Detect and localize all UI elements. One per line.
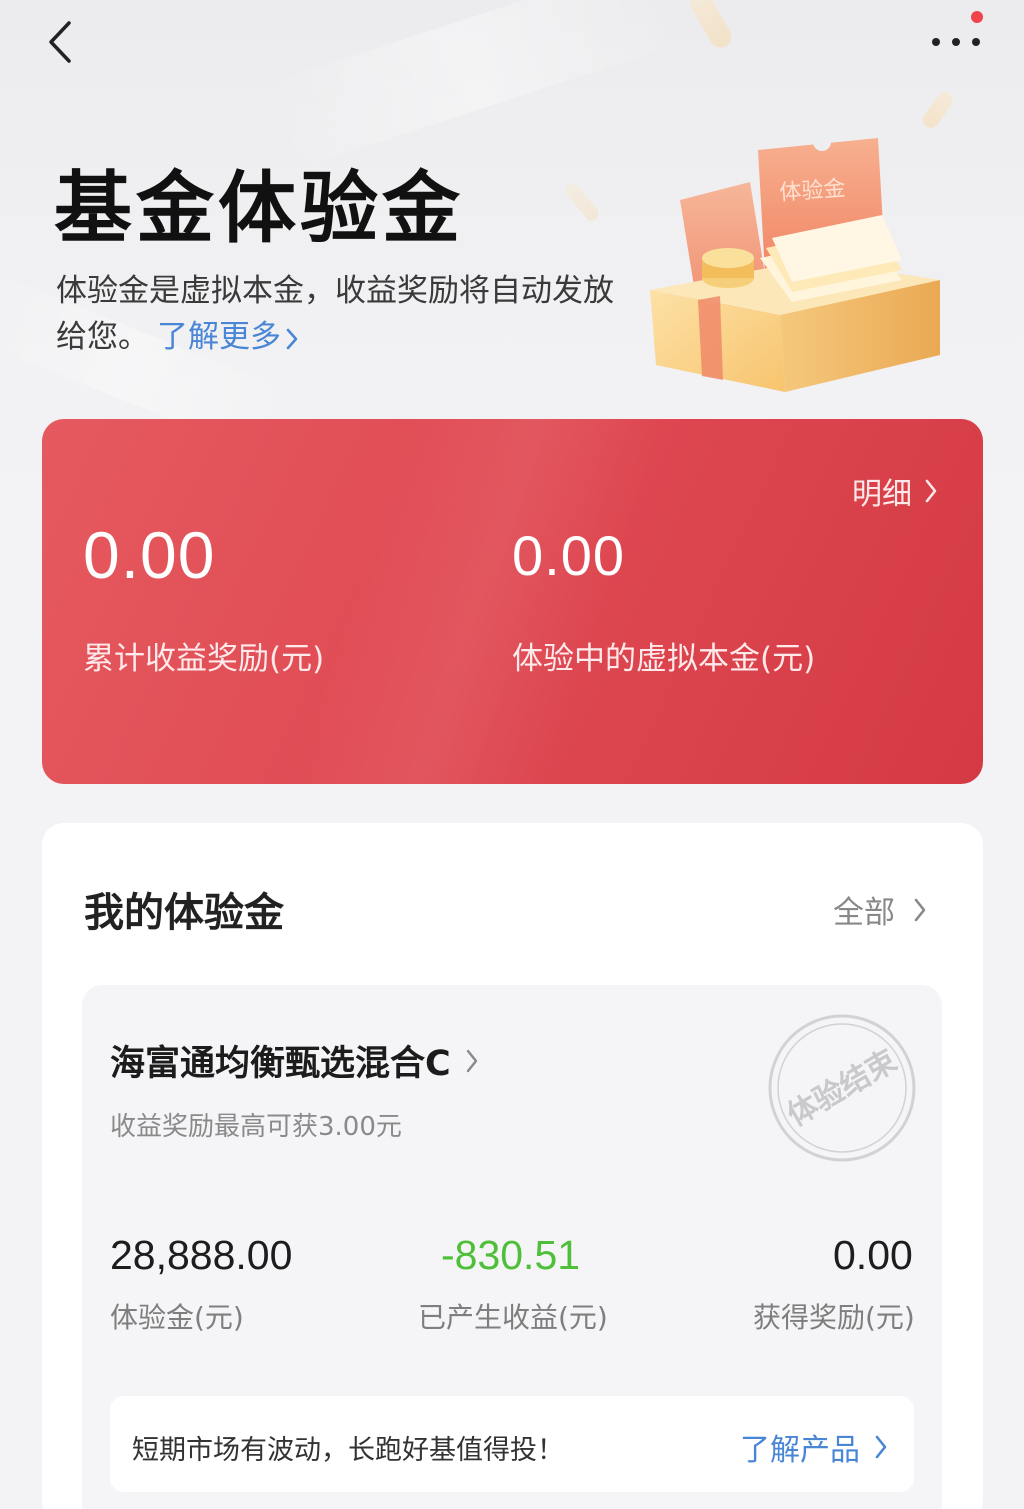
tip-text: 短期市场有波动，长跑好基值得投！ [132, 1435, 564, 1466]
chevron-left-icon [49, 21, 71, 63]
top-navigation-bar [0, 0, 1024, 90]
experience-ended-stamp: 体验结束 [768, 1014, 916, 1162]
fund-name-link[interactable]: 海富通均衡甄选混合C [110, 1035, 479, 1086]
page-title: 基金体验金 [54, 164, 465, 254]
generated-profit-label: 已产生收益(元) [418, 1301, 608, 1334]
detail-label: 明细 [852, 477, 912, 512]
back-button[interactable] [36, 18, 84, 66]
view-all-label: 全部 [833, 895, 895, 931]
learn-product-link[interactable]: 了解产品 [740, 1425, 888, 1469]
ticket-label: 体验金 [779, 176, 847, 206]
virtual-principal-value: 0.00 [512, 524, 625, 587]
virtual-principal-label: 体验中的虚拟本金(元) [512, 641, 816, 677]
detail-link[interactable]: 明细 [852, 469, 938, 513]
fund-name: 海富通均衡甄选混合C [110, 1044, 451, 1084]
chevron-right-icon [914, 898, 926, 921]
section-title: 我的体验金 [84, 890, 284, 936]
intro-paragraph: 体验金是虚拟本金，收益奖励将自动发放给您。 了解更多 [56, 268, 616, 360]
learn-more-label: 了解更多 [157, 319, 281, 355]
intro-text: 体验金是虚拟本金，收益奖励将自动发放给您。 [56, 273, 614, 355]
cumulative-reward-value: 0.00 [83, 518, 216, 592]
summary-card: 明细 0.00 累计收益奖励(元) 0.00 体验中的虚拟本金(元) [42, 419, 983, 784]
max-reward-text: 收益奖励最高可获3.00元 [110, 1112, 402, 1142]
reward-earned-label: 获得奖励(元) [753, 1301, 915, 1334]
more-dots-icon [932, 38, 980, 46]
notification-dot [971, 11, 983, 23]
experience-amount-value: 28,888.00 [110, 1232, 293, 1278]
gift-box-illustration: 体验金 [650, 133, 940, 392]
stamp-text: 体验结束 [782, 1043, 903, 1133]
chevron-right-icon [466, 1049, 477, 1072]
learn-more-link[interactable]: 了解更多 [157, 319, 299, 355]
experience-amount-label: 体验金(元) [110, 1301, 244, 1334]
chevron-right-icon [925, 479, 937, 503]
view-all-link[interactable]: 全部 [833, 887, 927, 932]
learn-product-label: 了解产品 [740, 1433, 860, 1468]
chevron-right-icon [286, 328, 298, 349]
reward-earned-value: 0.00 [833, 1232, 913, 1278]
generated-profit-value: -830.51 [441, 1232, 581, 1278]
cumulative-reward-label: 累计收益奖励(元) [83, 641, 325, 677]
more-options-button[interactable] [920, 20, 992, 64]
chevron-right-icon [875, 1435, 887, 1459]
